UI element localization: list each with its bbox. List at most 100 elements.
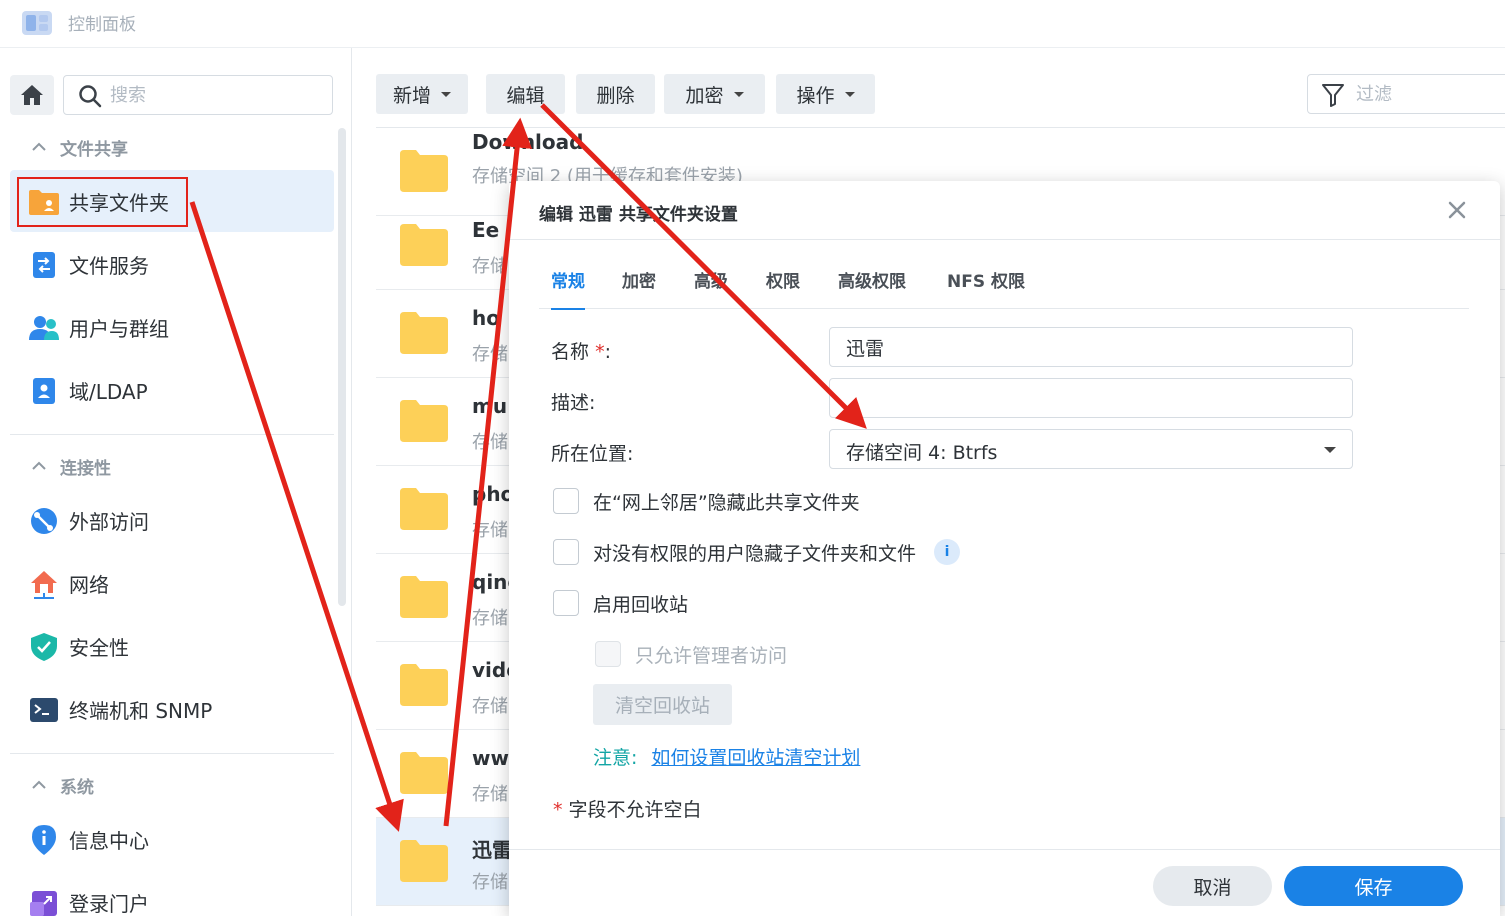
required-field-note: * 字段不允许空白 (553, 795, 702, 822)
sidebar-item-domain-ldap[interactable]: 域/LDAP (10, 359, 334, 421)
caret-down-icon (441, 91, 451, 97)
recycle-bin-option[interactable]: 启用回收站 (553, 589, 688, 617)
info-center-icon (28, 824, 60, 856)
edit-button[interactable]: 编辑 (486, 74, 565, 114)
add-button-label: 新增 (392, 84, 431, 107)
option-label: 对没有权限的用户隐藏子文件夹和文件 (593, 542, 917, 565)
control-panel-logo-icon (22, 11, 52, 35)
folder-icon (400, 840, 448, 882)
name-label-text: 名称 (551, 341, 590, 363)
name-input[interactable] (829, 327, 1353, 367)
cancel-button[interactable]: 取消 (1153, 866, 1272, 906)
tab-encryption[interactable]: 加密 (622, 267, 656, 309)
users-groups-icon (28, 312, 60, 344)
folder-name: pho (472, 482, 515, 506)
hide-subfolders-option[interactable]: 对没有权限的用户隐藏子文件夹和文件 i (553, 538, 961, 566)
sidebar-item-label: 安全性 (69, 636, 129, 660)
admin-only-checkbox (595, 641, 621, 667)
sidebar-item-label: 网络 (69, 573, 109, 597)
folder-icon (400, 312, 448, 354)
note-row: 注意: 如何设置回收站清空计划 (593, 743, 860, 770)
location-select[interactable]: 存储空间 4: Btrfs (829, 429, 1353, 469)
dialog-title: 编辑 迅雷 共享文件夹设置 (539, 205, 738, 225)
sidebar-item-network[interactable]: 网络 (10, 552, 334, 614)
location-label: 所在位置: (551, 443, 634, 465)
chevron-up-icon (32, 461, 46, 470)
section-system[interactable]: 系统 (30, 770, 94, 800)
folder-name: ho (472, 306, 500, 330)
tab-nfs-permissions[interactable]: NFS 权限 (947, 267, 1025, 309)
folder-icon (400, 576, 448, 618)
sidebar-item-users-groups[interactable]: 用户与群组 (10, 296, 334, 358)
hide-subfolders-checkbox[interactable] (553, 539, 579, 565)
folder-icon (400, 664, 448, 706)
folder-subtitle: 存储 (472, 520, 508, 541)
hide-network-option[interactable]: 在“网上邻居”隐藏此共享文件夹 (553, 487, 860, 515)
section-label: 系统 (60, 777, 94, 798)
encrypt-button[interactable]: 加密 (664, 74, 765, 114)
folder-icon (400, 488, 448, 530)
dialog-footer: 取消 保存 (509, 849, 1500, 916)
sidebar-item-label: 终端机和 SNMP (69, 699, 213, 723)
network-icon (28, 568, 60, 600)
option-label: 只允许管理者访问 (635, 644, 788, 667)
sidebar-item-label: 外部访问 (69, 510, 149, 534)
section-connectivity[interactable]: 连接性 (30, 451, 111, 481)
sidebar-item-label: 用户与群组 (69, 317, 169, 341)
add-button[interactable]: 新增 (376, 74, 468, 114)
admin-only-option: 只允许管理者访问 (595, 640, 787, 668)
sidebar-scrollbar[interactable] (338, 128, 346, 606)
recycle-bin-checkbox[interactable] (553, 590, 579, 616)
search-icon (79, 85, 102, 108)
recycle-schedule-help-link[interactable]: 如何设置回收站清空计划 (651, 747, 860, 769)
action-button[interactable]: 操作 (776, 74, 875, 114)
tab-general[interactable]: 常规 (551, 267, 585, 310)
required-note-text: 字段不允许空白 (568, 799, 702, 821)
chevron-up-icon (32, 142, 46, 151)
close-button[interactable] (1442, 195, 1472, 225)
required-star: * (595, 341, 605, 363)
tab-permissions[interactable]: 权限 (766, 267, 800, 309)
home-button[interactable] (10, 75, 54, 115)
file-services-icon (28, 249, 60, 281)
sidebar-item-login-portal[interactable]: 登录门户 (10, 871, 334, 916)
sidebar-item-external-access[interactable]: 外部访问 (10, 489, 334, 551)
folder-subtitle: 存储 (472, 784, 508, 805)
note-label: 注意: (593, 747, 638, 769)
hide-network-checkbox[interactable] (553, 488, 579, 514)
option-label: 在“网上邻居”隐藏此共享文件夹 (593, 491, 860, 514)
required-star: * (553, 799, 563, 821)
sidebar-item-terminal-snmp[interactable]: 终端机和 SNMP (10, 678, 334, 740)
name-label-colon: : (604, 341, 611, 363)
section-file-sharing[interactable]: 文件共享 (30, 132, 128, 162)
folder-icon (400, 224, 448, 266)
sidebar-item-file-services[interactable]: 文件服务 (10, 233, 334, 295)
control-panel-window: 控制面板 文件共享 共享文件夹 (0, 0, 1505, 916)
title-bar: 控制面板 (0, 0, 1505, 48)
delete-button-label: 删除 (596, 84, 635, 107)
description-input[interactable] (829, 378, 1353, 418)
delete-button[interactable]: 删除 (576, 74, 655, 114)
section-label: 文件共享 (60, 139, 128, 160)
folder-subtitle: 存储 (472, 608, 508, 629)
filter-box[interactable] (1307, 74, 1505, 114)
sidebar-item-security[interactable]: 安全性 (10, 615, 334, 677)
filter-input[interactable] (1356, 80, 1496, 108)
clear-recycle-bin-button: 清空回收站 (593, 684, 732, 725)
search-box[interactable] (63, 75, 333, 115)
info-icon[interactable]: i (934, 539, 961, 565)
sidebar-item-label: 域/LDAP (69, 380, 148, 404)
caret-down-icon (733, 91, 744, 97)
edit-button-label: 编辑 (506, 84, 545, 107)
search-input[interactable] (110, 81, 320, 109)
tab-advanced[interactable]: 高级 (694, 267, 728, 309)
sidebar-item-label: 信息中心 (69, 829, 149, 853)
save-button[interactable]: 保存 (1284, 866, 1463, 906)
folder-subtitle: 存储 (472, 872, 508, 893)
tab-advanced-permissions[interactable]: 高级权限 (838, 267, 906, 309)
action-button-label: 操作 (796, 84, 835, 107)
sidebar-item-info-center[interactable]: 信息中心 (10, 808, 334, 870)
folder-name: mu (472, 394, 508, 418)
domain-ldap-icon (28, 375, 60, 407)
folder-name: Ee (472, 218, 500, 242)
